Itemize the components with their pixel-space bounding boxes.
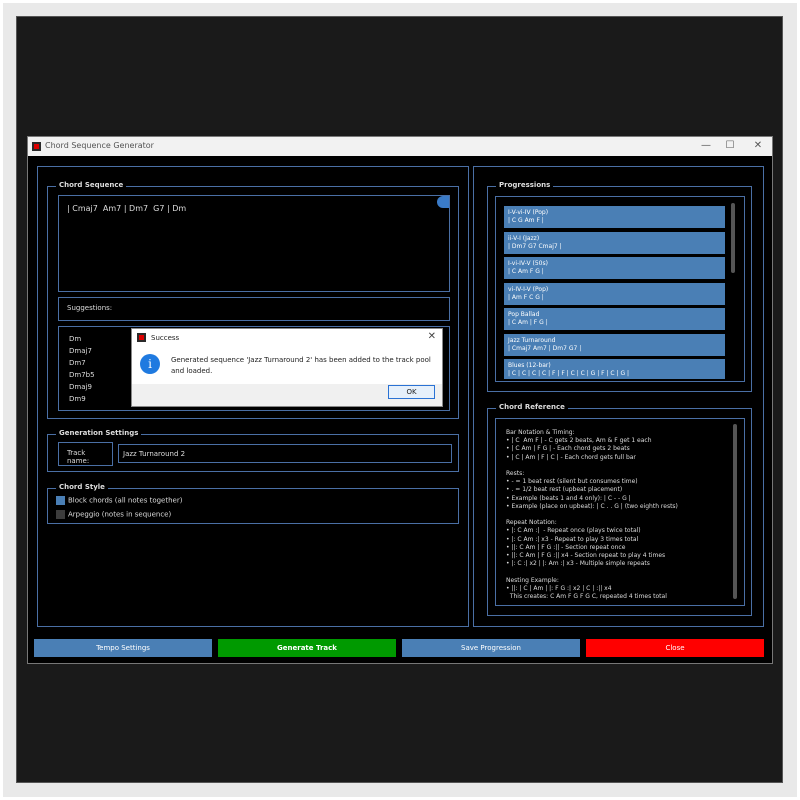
suggestions-bar: Suggestions: [58,297,450,321]
progression-name: Pop Ballad [508,311,540,318]
progression-item[interactable]: I-V-vi-IV (Pop) | C G Am F | [504,206,725,228]
maximize-button[interactable]: ☐ [722,140,738,152]
track-name-value: Jazz Turnaround 2 [123,450,186,458]
track-name-label-box: Track name: [58,442,113,466]
progression-name: Blues (12-bar) [508,362,551,369]
suggestions-label: Suggestions: [67,304,113,312]
close-window-button[interactable]: ✕ [750,140,766,152]
minimize-button[interactable]: — [698,140,714,152]
chord-style-group: Chord Style Block chords (all notes toge… [47,483,459,524]
dialog-message: Generated sequence 'Jazz Turnaround 2' h… [171,356,431,375]
dialog-title: Success [151,334,180,342]
progression-item[interactable]: I-vi-IV-V (50s) | C Am F G | [504,257,725,279]
suggestion-item[interactable]: Dmaj7 [69,347,92,355]
progression-item[interactable]: ii-V-I (Jazz) | Dm7 G7 Cmaj7 | [504,232,725,254]
progression-chords: | Am F C G | [508,294,544,301]
progression-item[interactable]: Pop Ballad | C Am | F G | [504,308,725,330]
progressions-group: Progressions I-V-vi-IV (Pop) | C G Am F … [487,181,752,392]
block-chords-option[interactable]: Block chords (all notes together) [56,496,182,505]
suggestion-item[interactable]: Dmaj9 [69,383,92,391]
track-name-input[interactable]: Jazz Turnaround 2 [118,444,452,463]
resize-handle[interactable] [437,196,449,208]
progression-name: Jazz Turnaround [508,337,556,344]
title-bar[interactable]: Chord Sequence Generator — ☐ ✕ [28,137,772,156]
generate-track-button[interactable]: Generate Track [218,639,396,657]
suggestion-item[interactable]: Dm9 [69,395,86,403]
right-panel: Progressions I-V-vi-IV (Pop) | C G Am F … [473,166,764,627]
progression-chords: | C G Am F | [508,217,544,224]
generation-settings-label: Generation Settings [56,429,142,437]
progression-chords: | C | C | C | C | F | F | C | C | G | F … [508,370,630,377]
save-progression-button[interactable]: Save Progression [402,639,580,657]
chord-sequence-text: | Cmaj7 Am7 | Dm7 G7 | Dm [67,204,187,213]
dialog-app-icon [137,333,146,342]
chord-sequence-input[interactable]: | Cmaj7 Am7 | Dm7 G7 | Dm [58,195,450,292]
progressions-scrollbar[interactable] [731,203,735,273]
progression-item[interactable]: Blues (12-bar) | C | C | C | C | F | F |… [504,359,725,379]
ok-button[interactable]: OK [388,385,435,399]
suggestion-item[interactable]: Dm [69,335,81,343]
app-icon [32,142,41,151]
window-title: Chord Sequence Generator [45,141,154,150]
progression-name: ii-V-I (Jazz) [508,235,540,242]
progressions-list: I-V-vi-IV (Pop) | C G Am F | ii-V-I (Jaz… [495,196,745,382]
arpeggio-option[interactable]: Arpeggio (notes in sequence) [56,510,171,519]
dialog-body: i Generated sequence 'Jazz Turnaround 2'… [132,347,442,384]
reference-scrollbar[interactable] [733,424,737,599]
generation-settings-group: Generation Settings Track name: Jazz Tur… [47,429,459,472]
chord-sequence-label: Chord Sequence [56,181,127,189]
progression-chords: | C Am | F G | [508,319,548,326]
dialog-title-bar[interactable]: Success ✕ [132,329,442,347]
block-chords-radio[interactable] [56,496,65,505]
progression-name: vi-IV-I-V (Pop) [508,286,549,293]
suggestion-item[interactable]: Dm7b5 [69,371,95,379]
chord-reference-group: Chord Reference Bar Notation & Timing: •… [487,403,752,616]
tempo-settings-button[interactable]: Tempo Settings [34,639,212,657]
close-button[interactable]: Close [586,639,764,657]
arpeggio-radio[interactable] [56,510,65,519]
progression-item[interactable]: Jazz Turnaround | Cmaj7 Am7 | Dm7 G7 | [504,334,725,356]
chord-reference-box[interactable]: Bar Notation & Timing: • | C Am F | - C … [495,418,745,606]
info-icon: i [140,354,160,374]
progression-chords: | Cmaj7 Am7 | Dm7 G7 | [508,345,582,352]
progression-chords: | Dm7 G7 Cmaj7 | [508,243,562,250]
arpeggio-label: Arpeggio (notes in sequence) [68,510,172,519]
suggestion-item[interactable]: Dm7 [69,359,86,367]
progressions-label: Progressions [496,181,554,189]
track-name-label: Track name: [67,449,90,465]
chord-reference-label: Chord Reference [496,403,568,411]
chord-style-label: Chord Style [56,483,108,491]
progression-name: I-vi-IV-V (50s) [508,260,548,267]
progression-item[interactable]: vi-IV-I-V (Pop) | Am F C G | [504,283,725,305]
chord-reference-text: Bar Notation & Timing: • | C Am F | - C … [506,429,678,601]
progression-chords: | C Am F G | [508,268,544,275]
success-dialog: Success ✕ i Generated sequence 'Jazz Tur… [131,328,443,407]
progression-name: I-V-vi-IV (Pop) [508,209,549,216]
dialog-close-button[interactable]: ✕ [428,331,436,342]
block-chords-label: Block chords (all notes together) [68,496,183,505]
